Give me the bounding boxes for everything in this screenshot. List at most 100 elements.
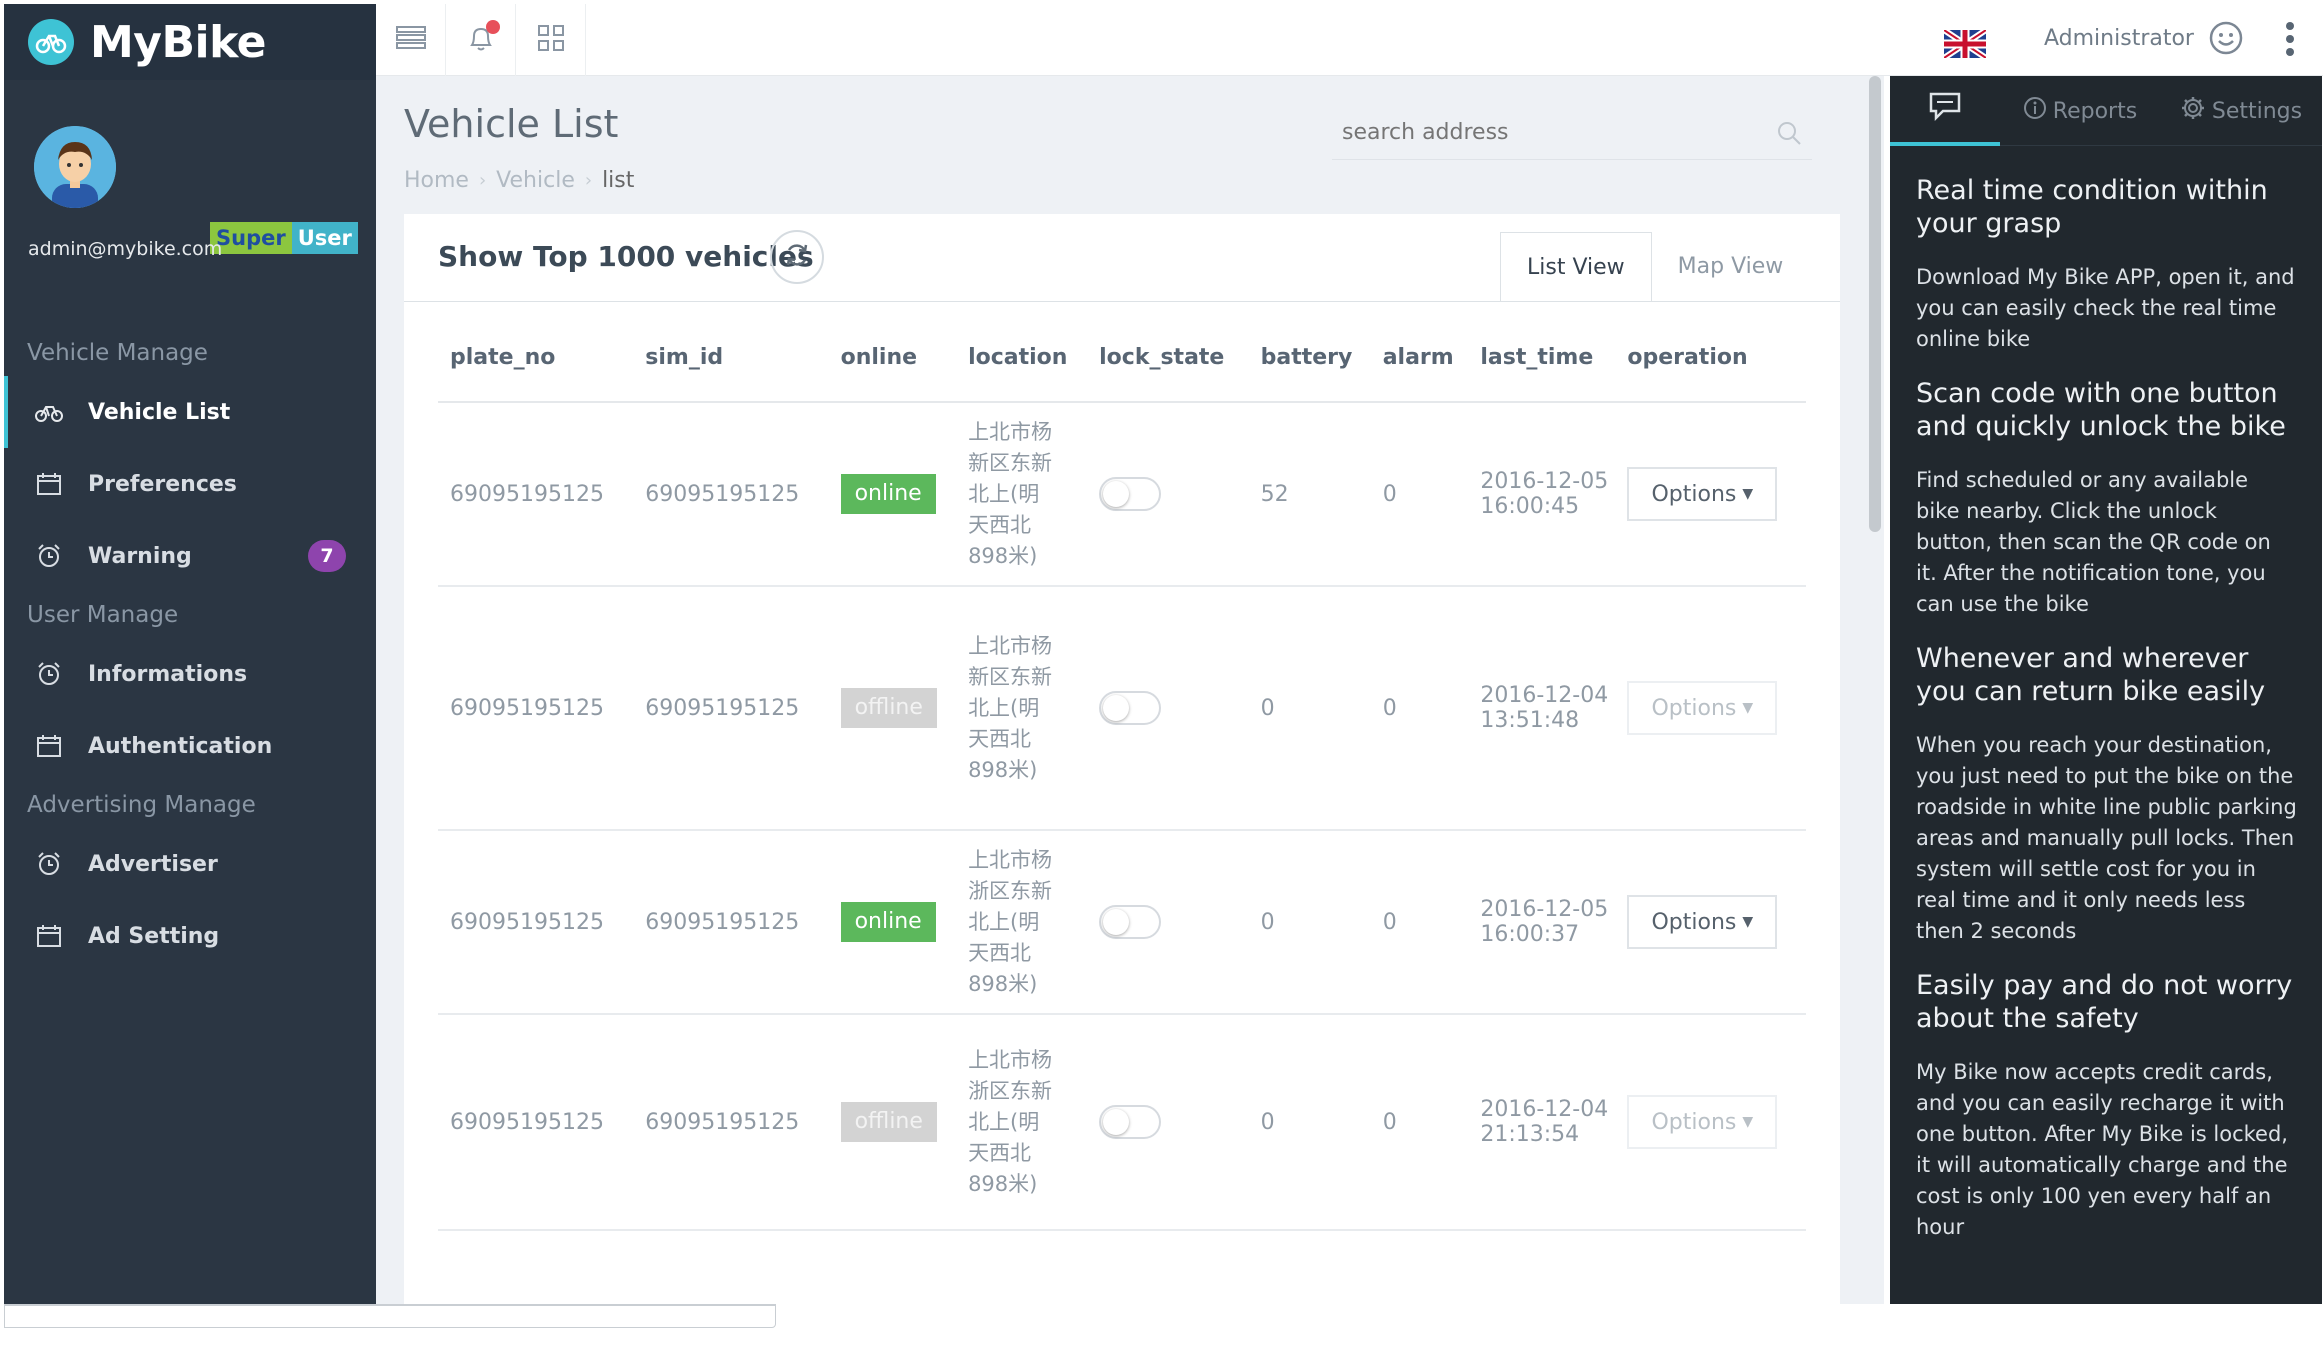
breadcrumb-vehicle[interactable]: Vehicle	[496, 168, 575, 193]
table-header-row: plate_no sim_id online location lock_sta…	[438, 314, 1806, 403]
tip-heading: Real time condition within your grasp	[1916, 175, 2268, 239]
col-location[interactable]: location	[956, 314, 1088, 403]
col-plate-no[interactable]: plate_no	[438, 314, 634, 403]
tab-map-view[interactable]: Map View	[1652, 232, 1810, 302]
search-icon[interactable]	[1776, 120, 1802, 150]
battery-cell: 0	[1248, 830, 1371, 1015]
role-badge: Super User	[210, 222, 358, 254]
sidebar-item-label: Ad Setting	[88, 923, 220, 949]
sidebar-item-label: Warning	[88, 543, 192, 569]
quick-sidebar-tabs: Reports Settings	[1890, 76, 2322, 146]
options-button[interactable]: Options ▼	[1627, 681, 1778, 735]
battery-cell: 0	[1248, 586, 1371, 831]
quick-sidebar-content: Real time condition within your grasp Do…	[1890, 146, 2322, 1243]
sidebar-item-label: Advertiser	[88, 851, 218, 877]
status-badge: online	[840, 474, 936, 514]
sidebar-item-warning[interactable]: Warning 7	[4, 520, 376, 592]
notifications-button[interactable]	[446, 4, 516, 76]
last-time-clock: 16:00:37	[1480, 922, 1580, 947]
search-input[interactable]	[1332, 108, 1752, 156]
lock-toggle[interactable]	[1099, 1105, 1162, 1139]
alarm-cell: 0	[1370, 586, 1469, 831]
tab-reports[interactable]: Reports	[2000, 76, 2160, 146]
col-sim-id[interactable]: sim_id	[633, 314, 829, 403]
tip-heading: Scan code with one button and quickly un…	[1916, 378, 2286, 442]
table-row: 69095195125 69095195125 offline 上北市杨新区东新…	[438, 586, 1806, 831]
search-box	[1332, 108, 1812, 160]
col-battery[interactable]: battery	[1248, 314, 1371, 403]
last-time-date: 2016-12-04	[1480, 683, 1609, 708]
lock-toggle[interactable]	[1099, 905, 1162, 939]
sidebar-item-label: Authentication	[88, 733, 273, 759]
location-cell: 上北市杨新区东新北上(明天西北898米)	[968, 633, 1053, 782]
col-online[interactable]: online	[828, 314, 957, 403]
grid-icon	[537, 24, 565, 56]
sim-id-cell: 69095195125	[633, 586, 829, 831]
col-alarm[interactable]: alarm	[1370, 314, 1469, 403]
uk-flag-icon[interactable]	[1942, 27, 1988, 61]
col-lock-state[interactable]: lock_state	[1087, 314, 1249, 403]
sidebar-item-advertiser[interactable]: Advertiser	[4, 828, 376, 900]
last-time-date: 2016-12-04	[1480, 1097, 1609, 1122]
status-badge: offline	[840, 1102, 937, 1142]
tab-list-view[interactable]: List View	[1500, 232, 1652, 302]
last-time-clock: 13:51:48	[1480, 708, 1580, 733]
alarm-clock-icon	[34, 849, 64, 879]
tab-settings[interactable]: Settings	[2160, 76, 2322, 146]
lock-toggle[interactable]	[1099, 477, 1162, 511]
calendar-icon	[34, 921, 64, 951]
bike-logo-icon	[28, 19, 74, 65]
options-button[interactable]: Options ▼	[1627, 467, 1778, 521]
menu-toggle-button[interactable]	[376, 4, 446, 76]
notification-dot	[486, 20, 500, 34]
tip-heading: Easily pay and do not worry about the sa…	[1916, 970, 2293, 1034]
alarm-clock-icon	[34, 541, 64, 571]
main-scrollbar[interactable]	[1866, 76, 1884, 1304]
breadcrumb-home[interactable]: Home	[404, 168, 469, 193]
col-last-time[interactable]: last_time	[1468, 314, 1616, 403]
more-vertical-icon[interactable]	[2284, 20, 2296, 62]
sidebar-item-label: Vehicle List	[88, 399, 231, 425]
avatar[interactable]	[34, 126, 116, 208]
sim-id-cell: 69095195125	[633, 402, 829, 587]
alarm-cell: 0	[1370, 830, 1469, 1015]
quick-sidebar: Reports Settings Real time condition wit…	[1890, 76, 2322, 1304]
caret-down-icon: ▼	[1742, 914, 1754, 930]
location-cell: 上北市杨浙区东新北上(明天西北898米)	[968, 847, 1053, 996]
main-content: Vehicle List Home › Vehicle › list Show …	[376, 76, 1884, 1314]
lock-toggle[interactable]	[1099, 691, 1162, 725]
scrollbar-thumb[interactable]	[1869, 76, 1881, 532]
info-icon	[2023, 96, 2047, 126]
brand[interactable]: MyBike	[4, 4, 376, 80]
plate-no-cell: 69095195125	[438, 586, 634, 831]
hamburger-icon	[395, 25, 426, 55]
bike-icon	[34, 397, 64, 427]
refresh-icon	[783, 241, 811, 273]
sidebar-item-vehicle-list[interactable]: Vehicle List	[4, 376, 376, 448]
refresh-button[interactable]	[770, 230, 824, 284]
brand-name: MyBike	[90, 16, 267, 68]
plate-no-cell: 69095195125	[438, 830, 634, 1015]
col-operation[interactable]: operation	[1615, 314, 1806, 403]
sidebar-item-label: Preferences	[88, 471, 237, 497]
page-title: Vehicle List	[404, 102, 619, 146]
sidebar-item-preferences[interactable]: Preferences	[4, 448, 376, 520]
apps-grid-button[interactable]	[516, 4, 586, 76]
battery-cell: 0	[1248, 1014, 1371, 1231]
sidebar-item-informations[interactable]: Informations	[4, 638, 376, 710]
table-row: 69095195125 69095195125 offline 上北市杨浙区东新…	[438, 1014, 1806, 1231]
user-smile-icon[interactable]	[2208, 20, 2244, 60]
plate-no-cell: 69095195125	[438, 402, 634, 587]
options-button[interactable]: Options ▼	[1627, 1095, 1778, 1149]
view-tabs: List View Map View	[1500, 232, 1809, 302]
username[interactable]: Administrator	[2044, 26, 2194, 51]
tab-messages[interactable]	[1890, 76, 2000, 146]
sidebar-item-ad-setting[interactable]: Ad Setting	[4, 900, 376, 972]
alarm-clock-icon	[34, 659, 64, 689]
status-badge: online	[840, 902, 936, 942]
footer-popup-edge	[4, 1304, 776, 1328]
sidebar-item-authentication[interactable]: Authentication	[4, 710, 376, 782]
nav-group-ads: Advertising Manage	[27, 792, 256, 818]
options-button[interactable]: Options ▼	[1627, 895, 1778, 949]
breadcrumb-current: list	[602, 168, 635, 193]
